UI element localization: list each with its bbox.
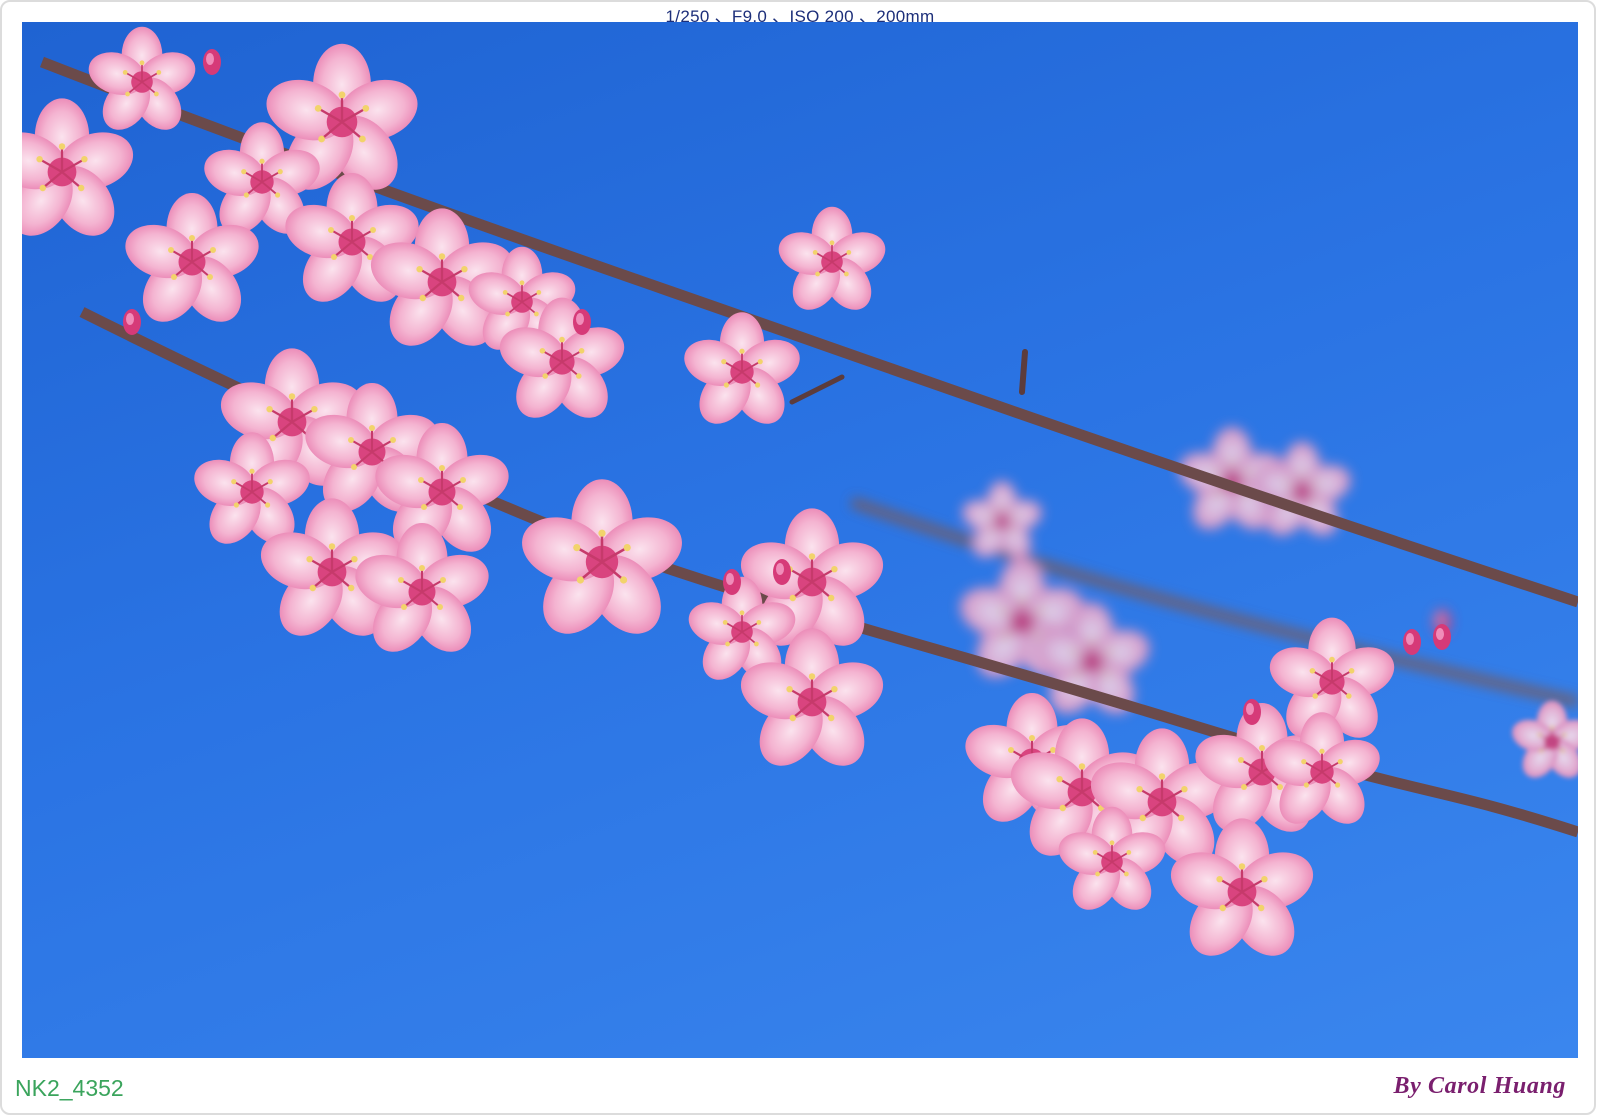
photo: [22, 22, 1578, 1058]
photo-filename: NK2_4352: [15, 1075, 124, 1101]
exif-caption: 1/250 、F9.0 、ISO 200 、200mm: [665, 7, 935, 26]
photo-illustration: [22, 25, 1578, 969]
photographer-signature: By Carol Huang: [1393, 1073, 1566, 1099]
